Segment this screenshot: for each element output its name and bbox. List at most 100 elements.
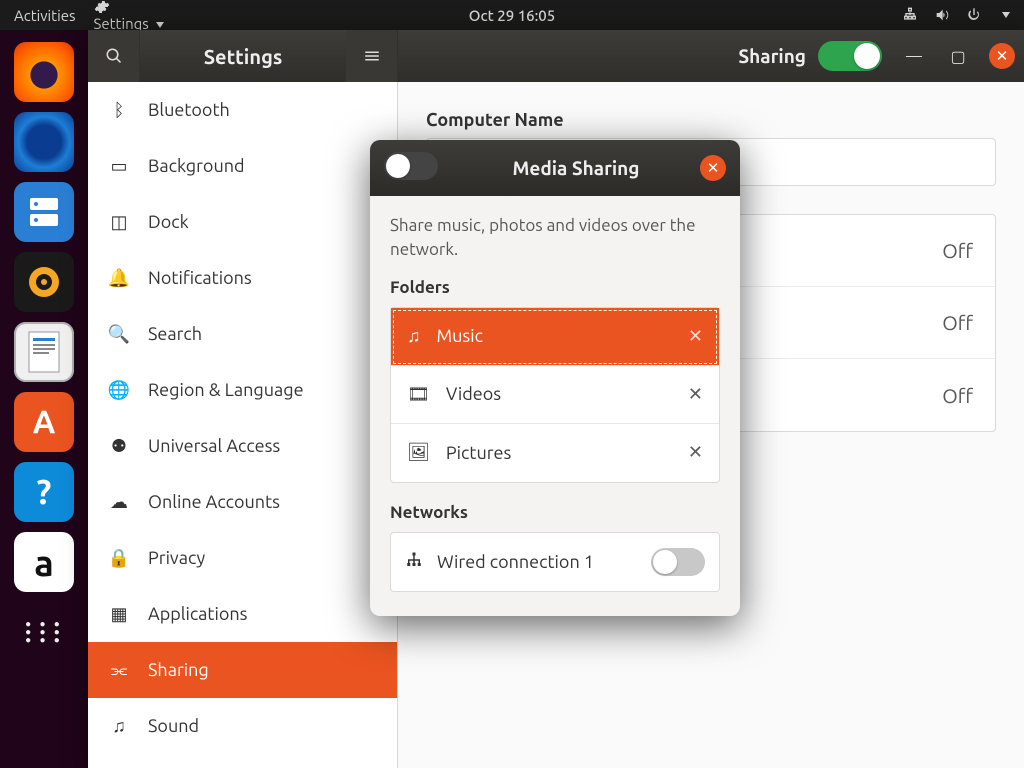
dialog-close-button[interactable]: ✕: [700, 155, 726, 181]
grid-icon: ▦: [108, 603, 130, 625]
sidebar-item-notifications[interactable]: 🔔 Notifications: [88, 250, 397, 306]
music-icon: ♫: [407, 326, 421, 347]
sidebar-item-online-accounts[interactable]: ☁Online Accounts: [88, 474, 397, 530]
dock-app-amazon[interactable]: a: [14, 532, 74, 592]
gear-icon: [94, 0, 110, 15]
dock-app-firefox[interactable]: [14, 42, 74, 102]
folder-row-music[interactable]: ♫ Music ✕: [391, 308, 719, 366]
close-icon: ✕: [989, 43, 1015, 69]
sidebar-item-label: Bluetooth: [148, 100, 230, 120]
network-icon: [902, 7, 918, 23]
minimize-button[interactable]: —: [892, 30, 936, 82]
grid-icon: ● ● ●● ● ●● ● ●: [25, 620, 63, 644]
folder-label: Pictures: [446, 443, 511, 463]
accessibility-icon: ⚉: [108, 435, 130, 457]
sidebar-item-privacy[interactable]: 🔒Privacy: [88, 530, 397, 586]
dock-app-thunderbird[interactable]: [14, 112, 74, 172]
power-icon: [966, 7, 982, 23]
files-icon: [24, 194, 64, 230]
sidebar-item-label: Sharing: [148, 660, 209, 680]
sidebar-item-applications[interactable]: ▦ Applications: [88, 586, 397, 642]
shopping-bag-icon: A: [33, 404, 56, 440]
sidebar-item-label: Applications: [148, 604, 248, 624]
activities-button[interactable]: Activities: [14, 7, 76, 24]
sidebar-item-region[interactable]: 🌐Region & Language: [88, 362, 397, 418]
wired-network-icon: [405, 551, 423, 573]
status-text: Off: [942, 311, 973, 334]
music-icon: ♫: [108, 715, 130, 737]
bell-icon: 🔔: [108, 267, 130, 289]
menu-icon: [363, 47, 381, 65]
panel-title: Sharing: [738, 30, 818, 82]
dock-app-files[interactable]: [14, 182, 74, 242]
sidebar-item-label: Privacy: [148, 548, 205, 568]
maximize-icon: ▢: [950, 47, 965, 66]
remove-folder-button[interactable]: ✕: [688, 326, 703, 347]
close-icon: ✕: [707, 159, 720, 177]
search-icon: [105, 47, 123, 65]
sidebar-item-label: Background: [148, 156, 245, 176]
sidebar-item-label: Online Accounts: [148, 492, 280, 512]
volume-icon: [934, 7, 950, 23]
sidebar-item-label: Dock: [148, 212, 189, 232]
networks-list: Wired connection 1: [390, 532, 720, 592]
maximize-button[interactable]: ▢: [936, 30, 980, 82]
dock-icon: ◫: [108, 211, 130, 233]
sidebar-item-label: Notifications: [148, 268, 252, 288]
gnome-topbar: Activities Settings Oct 29 16:05: [0, 0, 1024, 30]
dock-app-rhythmbox[interactable]: [14, 252, 74, 312]
chevron-down-icon: [1002, 12, 1010, 18]
sidebar-item-label: Sound: [148, 716, 199, 736]
folder-label: Music: [437, 326, 483, 346]
remove-folder-button[interactable]: ✕: [688, 384, 703, 405]
folders-label: Folders: [390, 278, 720, 297]
network-toggle[interactable]: [651, 548, 705, 576]
folder-label: Videos: [446, 384, 501, 404]
sidebar-item-dock[interactable]: ◫ Dock: [88, 194, 397, 250]
image-icon: 🖼: [407, 442, 430, 463]
sidebar-item-universal-access[interactable]: ⚉ Universal Access: [88, 418, 397, 474]
media-sharing-dialog: Media Sharing ✕ Share music, photos and …: [370, 140, 740, 616]
launcher-dock: A ? a ● ● ●● ● ●● ● ●: [0, 30, 88, 768]
system-status-area[interactable]: [902, 7, 1010, 23]
dock-app-writer[interactable]: [14, 322, 74, 382]
folders-list: ♫ Music ✕ 🎞 Videos ✕ 🖼 Pictures ✕: [390, 307, 720, 483]
document-icon: [25, 330, 63, 374]
sidebar-item-background[interactable]: ▭ Background: [88, 138, 397, 194]
dock-show-applications[interactable]: ● ● ●● ● ●● ● ●: [14, 602, 74, 662]
display-icon: ▭: [108, 155, 130, 177]
minimize-icon: —: [906, 47, 922, 65]
sidebar-item-search[interactable]: 🔍Search: [88, 306, 397, 362]
settings-sidebar: ᛒ Bluetooth ▭ Background ◫ Dock 🔔 Notificati…: [88, 82, 398, 768]
speaker-icon: [26, 264, 62, 300]
globe-icon: 🌐: [108, 379, 130, 401]
search-button[interactable]: [88, 30, 140, 82]
sidebar-item-sharing[interactable]: ⫘ Sharing: [88, 642, 397, 698]
app-menu[interactable]: Settings: [94, 0, 165, 32]
hamburger-menu-button[interactable]: [346, 30, 398, 82]
app-menu-label: Settings: [94, 15, 149, 32]
status-text: Off: [942, 239, 973, 262]
clock[interactable]: Oct 29 16:05: [469, 7, 555, 24]
film-icon: 🎞: [407, 384, 430, 405]
close-button[interactable]: ✕: [980, 30, 1024, 82]
window-title: Settings: [140, 30, 346, 82]
folder-row-videos[interactable]: 🎞 Videos ✕: [391, 366, 719, 424]
sidebar-item-label: Universal Access: [148, 436, 280, 456]
dock-app-help[interactable]: ?: [14, 462, 74, 522]
dialog-headerbar: Media Sharing ✕: [370, 140, 740, 196]
folder-row-pictures[interactable]: 🖼 Pictures ✕: [391, 424, 719, 482]
search-icon: 🔍: [108, 323, 130, 345]
dialog-title: Media Sharing: [452, 157, 700, 179]
status-text: Off: [942, 384, 973, 407]
bluetooth-icon: ᛒ: [108, 99, 130, 121]
sharing-master-toggle[interactable]: [818, 41, 882, 71]
dock-app-software[interactable]: A: [14, 392, 74, 452]
remove-folder-button[interactable]: ✕: [688, 442, 703, 463]
share-icon: ⫘: [108, 659, 130, 681]
sidebar-item-sound[interactable]: ♫ Sound: [88, 698, 397, 754]
chevron-down-icon: [156, 22, 164, 28]
amazon-icon: a: [34, 542, 54, 583]
sidebar-item-bluetooth[interactable]: ᛒ Bluetooth: [88, 82, 397, 138]
media-sharing-toggle[interactable]: [384, 152, 438, 180]
